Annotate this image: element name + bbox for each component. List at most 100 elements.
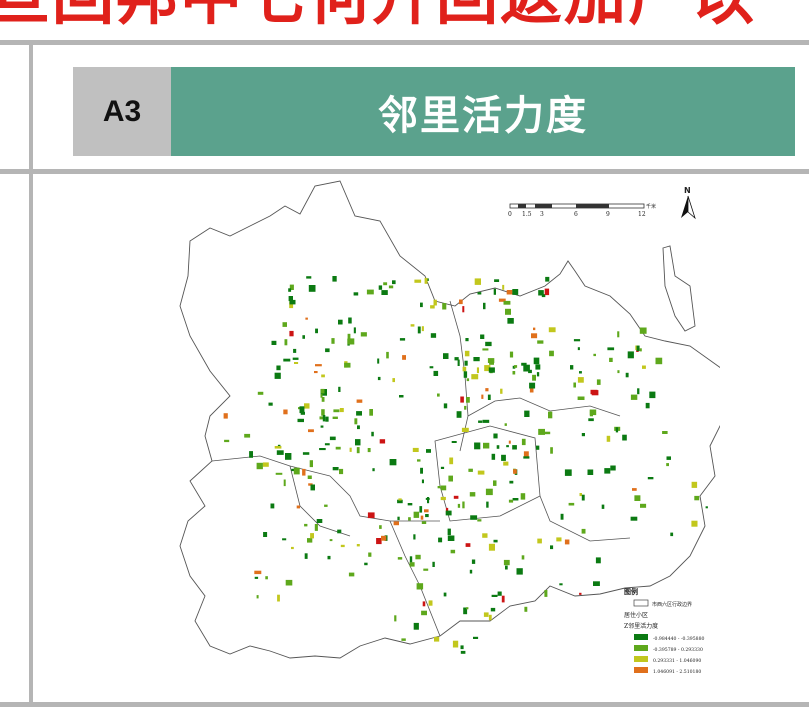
residential-patch <box>410 324 415 327</box>
residential-patch <box>438 537 443 543</box>
residential-patch <box>485 488 493 496</box>
residential-patch <box>289 299 296 305</box>
residential-patch <box>589 409 593 417</box>
residential-patch <box>617 331 620 338</box>
residential-patch <box>505 565 508 570</box>
residential-patch <box>513 469 517 474</box>
residential-patch <box>282 538 287 541</box>
scale-bar: 0 1.5 3 6 9 12 千米 <box>508 203 656 218</box>
residential-patch <box>507 318 514 324</box>
residential-patch <box>277 594 280 602</box>
residential-patch <box>332 467 339 471</box>
residential-patch <box>516 568 523 575</box>
residential-patch <box>302 335 305 339</box>
residential-patch <box>487 394 491 400</box>
residential-patch <box>535 364 541 370</box>
residential-patch <box>366 289 374 295</box>
residential-patch <box>270 503 275 509</box>
residential-patch <box>548 411 553 419</box>
residential-patch <box>414 279 422 283</box>
residential-patch <box>433 370 439 376</box>
residential-patch <box>593 353 596 357</box>
residential-patch <box>501 595 505 603</box>
residential-patch <box>559 583 563 586</box>
residential-patch <box>339 468 344 475</box>
residential-patch <box>544 590 548 597</box>
residential-patch <box>640 503 647 508</box>
residential-patch <box>274 372 281 379</box>
residential-patch <box>471 559 476 564</box>
residential-patch <box>464 360 468 366</box>
residential-patch <box>440 485 447 491</box>
residential-patch <box>338 386 341 392</box>
residential-patch <box>428 600 433 606</box>
residential-patch <box>610 465 616 471</box>
legend-classes: -0.984440 - -0.395880 -0.395789 - 0.29333… <box>634 634 704 675</box>
residential-patch <box>523 364 530 372</box>
residential-patch <box>417 326 421 334</box>
residential-patch <box>622 434 627 441</box>
residential-patch <box>413 511 420 518</box>
residential-patch <box>348 317 352 324</box>
legend-class-label: 0.293331 - 1.046090 <box>653 658 701 664</box>
residential-patch <box>483 302 486 310</box>
residential-patch <box>512 498 519 501</box>
residential-patch <box>381 535 387 541</box>
residential-patch <box>367 512 375 519</box>
boundary-finger <box>662 245 696 332</box>
residential-patch <box>305 317 308 320</box>
residential-patch <box>244 433 251 438</box>
residential-patch <box>636 345 640 352</box>
residential-patch <box>304 553 308 559</box>
residential-patch <box>297 418 304 423</box>
residential-patch <box>262 462 269 467</box>
residential-patch <box>488 543 495 551</box>
residential-patch <box>307 538 313 543</box>
residential-patch <box>289 330 294 337</box>
residential-patch <box>666 456 671 460</box>
residential-patch <box>314 371 318 374</box>
residential-patch <box>399 395 404 398</box>
residential-patch <box>310 533 314 539</box>
residential-patch <box>488 614 492 621</box>
residential-patch <box>461 427 469 432</box>
residential-patch <box>482 419 490 423</box>
residential-patch <box>531 333 538 339</box>
residential-patch <box>465 338 469 342</box>
residential-patch <box>377 358 380 364</box>
scale-tick: 6 <box>574 211 578 218</box>
residential-patch <box>447 528 451 536</box>
residential-patch <box>607 347 615 351</box>
residential-patch <box>274 446 282 449</box>
legend-class-label: 1.046091 - 2.510180 <box>653 669 701 675</box>
residential-patch <box>407 503 413 506</box>
residential-patch <box>409 556 413 563</box>
residential-patch <box>383 282 388 286</box>
residential-patch <box>462 366 467 372</box>
residential-patch <box>512 445 517 450</box>
residential-patch <box>645 402 650 409</box>
residential-patch <box>477 470 485 475</box>
residential-patch <box>449 457 454 465</box>
residential-patch <box>577 377 584 383</box>
residential-patch <box>503 300 511 305</box>
residential-patch <box>306 276 312 279</box>
residential-patch <box>482 348 489 351</box>
residential-patch <box>268 402 273 406</box>
vitality-map: 0 1.5 3 6 9 12 千米 N 图例 市西六区行政边界 居住小区 Z邻里… <box>179 180 720 675</box>
residential-patch <box>223 413 228 419</box>
residential-patch <box>521 555 525 560</box>
residential-patch <box>309 460 313 468</box>
residential-patch <box>581 528 586 534</box>
residential-patch <box>293 348 297 353</box>
residential-patch <box>271 340 277 345</box>
residential-patch <box>254 570 262 575</box>
residential-patch <box>630 516 638 521</box>
residential-patch <box>399 338 406 341</box>
residential-patch <box>506 445 509 448</box>
residential-patch <box>634 495 641 501</box>
residential-patch <box>285 579 293 586</box>
district-boundary-outline <box>179 180 720 659</box>
residential-patch <box>413 622 419 630</box>
residential-patch <box>460 396 464 403</box>
